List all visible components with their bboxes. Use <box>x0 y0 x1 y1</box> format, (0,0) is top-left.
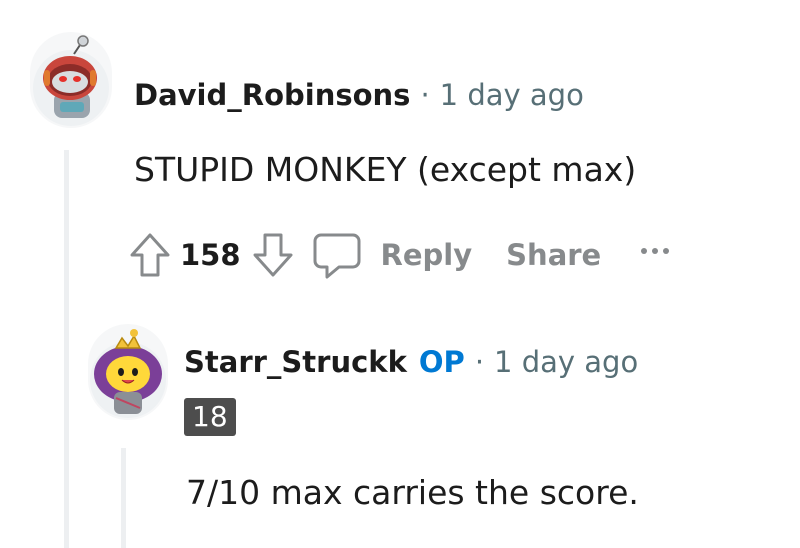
comment-body: 7/10 max carries the score. <box>186 473 639 512</box>
share-button[interactable]: Share <box>506 238 601 272</box>
user-flair: 18 <box>184 398 236 436</box>
comment-meta: David_Robinsons · 1 day ago <box>134 78 584 112</box>
more-options-icon[interactable] <box>641 248 670 262</box>
comment-thread: David_Robinsons · 1 day ago STUPID MONKE… <box>0 0 800 548</box>
reply-button[interactable]: Reply <box>311 230 473 280</box>
timestamp[interactable]: 1 day ago <box>494 345 638 379</box>
op-badge: OP <box>418 345 465 379</box>
timestamp[interactable]: 1 day ago <box>440 78 584 112</box>
upvote-icon[interactable] <box>128 231 172 279</box>
comment-actions: 158 Reply Share <box>128 230 670 280</box>
reply-label: Reply <box>380 238 473 272</box>
avatar[interactable] <box>88 324 168 420</box>
avatar[interactable] <box>30 32 112 128</box>
downvote-icon[interactable] <box>251 231 295 279</box>
thread-line[interactable] <box>64 150 69 548</box>
thread-line[interactable] <box>121 448 126 548</box>
username-link[interactable]: Starr_Struckk <box>184 345 407 379</box>
reply-icon <box>311 230 363 280</box>
username-link[interactable]: David_Robinsons <box>134 78 410 112</box>
vote-score: 158 <box>180 238 241 272</box>
comment-body: STUPID MONKEY (except max) <box>134 150 637 189</box>
comment-meta: Starr_Struckk OP · 1 day ago <box>184 345 638 379</box>
meta-separator: · <box>420 78 430 112</box>
meta-separator: · <box>474 345 485 379</box>
